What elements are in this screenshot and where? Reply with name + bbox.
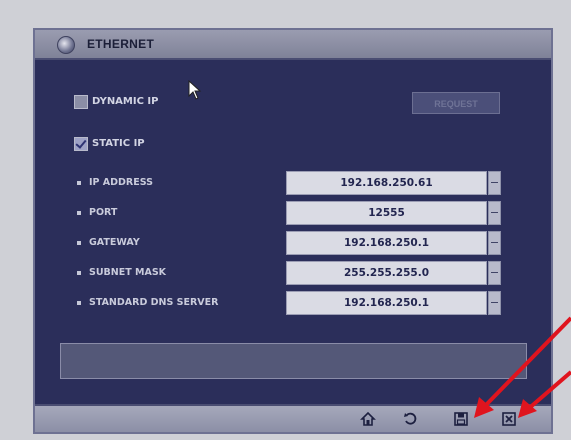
annotation-arrow-save [481,316,571,410]
annotation-arrow-close [525,370,571,412]
annotation-arrows [474,316,571,418]
